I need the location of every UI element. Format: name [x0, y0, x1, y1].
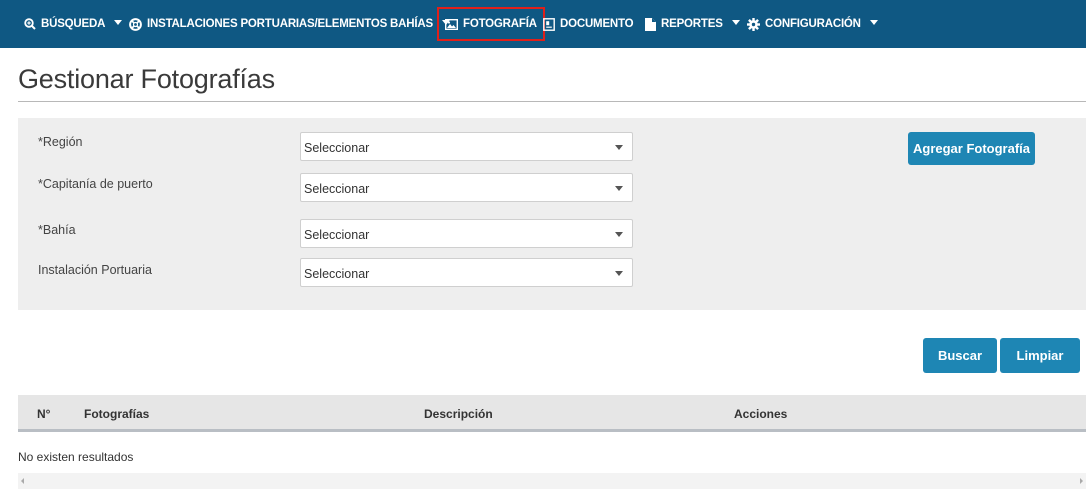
lifebuoy-icon — [129, 17, 142, 31]
title-divider — [18, 101, 1086, 102]
picture-icon — [445, 18, 458, 30]
search-button[interactable]: Buscar — [923, 338, 997, 373]
nav-reportes-label: REPORTES — [661, 18, 723, 30]
nav-configuracion[interactable]: CONFIGURACIÓN — [747, 0, 878, 48]
nav-configuracion-label: CONFIGURACIÓN — [765, 18, 861, 30]
add-photo-button[interactable]: Agregar Fotografía — [908, 132, 1035, 165]
dropdown-arrow-icon — [615, 232, 623, 237]
nav-documento[interactable]: DOCUMENTO — [543, 0, 634, 48]
instalacion-label: Instalación Portuaria — [38, 263, 152, 277]
column-photos: Fotografías — [84, 407, 150, 421]
dropdown-arrow-icon — [615, 186, 623, 191]
clear-button[interactable]: Limpiar — [1000, 338, 1080, 373]
filter-panel: *Región Seleccionar *Capitanía de puerto… — [18, 118, 1086, 310]
nav-documento-label: DOCUMENTO — [560, 18, 634, 30]
region-select[interactable]: Seleccionar — [300, 132, 633, 161]
top-navbar: BÚSQUEDA INSTALACIONES PORTUARIAS/ELEMEN… — [0, 0, 1086, 48]
horizontal-scrollbar[interactable] — [18, 473, 1086, 489]
chevron-down-icon — [731, 19, 740, 25]
zoom-search-icon — [24, 18, 36, 30]
nav-instalaciones-label: INSTALACIONES PORTUARIAS/ELEMENTOS BAHÍA… — [147, 18, 433, 30]
capitania-label: *Capitanía de puerto — [38, 177, 153, 191]
chevron-down-icon — [114, 19, 123, 25]
empty-results-message: No existen resultados — [18, 450, 134, 464]
bahia-label: *Bahía — [38, 223, 76, 237]
instalacion-select[interactable]: Seleccionar — [300, 258, 633, 287]
chevron-down-icon — [869, 19, 878, 25]
dropdown-arrow-icon — [615, 145, 623, 150]
nav-instalaciones[interactable]: INSTALACIONES PORTUARIAS/ELEMENTOS BAHÍA… — [129, 0, 450, 48]
region-label: *Región — [38, 135, 83, 149]
scroll-left-icon[interactable] — [21, 478, 24, 484]
region-select-value: Seleccionar — [304, 141, 370, 155]
gear-icon — [747, 17, 760, 31]
instalacion-select-value: Seleccionar — [304, 267, 370, 281]
bahia-select-value: Seleccionar — [304, 228, 370, 242]
column-description: Descripción — [424, 407, 493, 421]
capitania-select-value: Seleccionar — [304, 182, 370, 196]
nav-reportes[interactable]: REPORTES — [645, 0, 740, 48]
column-actions: Acciones — [734, 407, 788, 421]
bahia-select[interactable]: Seleccionar — [300, 219, 633, 248]
page-title: Gestionar Fotografías — [18, 64, 275, 94]
nav-busqueda-label: BÚSQUEDA — [41, 18, 106, 30]
nav-fotografia-label: FOTOGRAFÍA — [463, 18, 537, 30]
results-table-header: N° Fotografías Descripción Acciones — [18, 395, 1086, 432]
document-icon — [543, 17, 555, 31]
capitania-select[interactable]: Seleccionar — [300, 173, 633, 202]
scroll-right-icon[interactable] — [1080, 478, 1083, 484]
nav-fotografia[interactable]: FOTOGRAFÍA — [437, 7, 545, 41]
file-icon — [645, 17, 656, 31]
dropdown-arrow-icon — [615, 271, 623, 276]
nav-busqueda[interactable]: BÚSQUEDA — [24, 0, 123, 48]
column-number: N° — [37, 407, 51, 421]
